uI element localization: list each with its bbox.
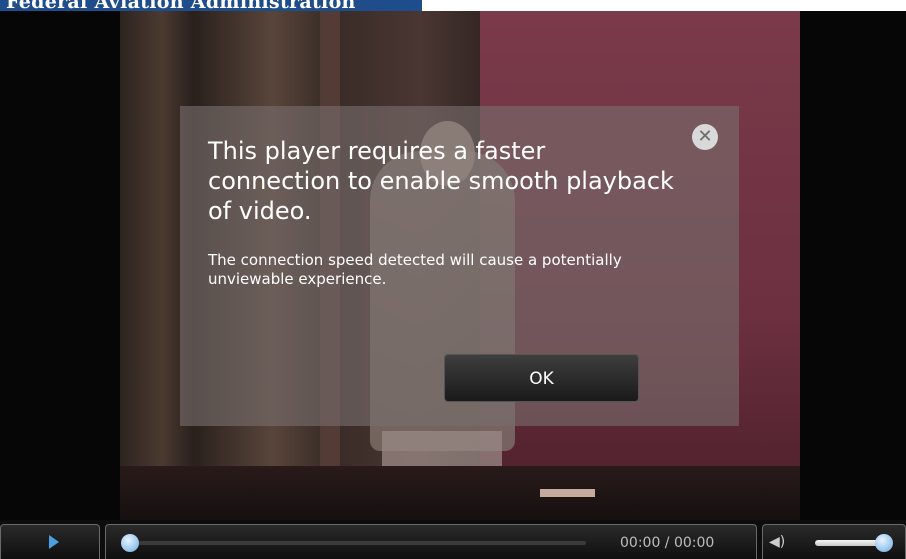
close-icon[interactable]: ✕	[692, 124, 718, 150]
control-bar: 00:00 / 00:00 ◀)	[0, 520, 906, 559]
dialog-heading: This player requires a faster connection…	[208, 137, 674, 225]
play-button[interactable]	[0, 524, 100, 559]
banner-title: Federal Aviation Administration	[6, 0, 356, 11]
seek-bar-container: 00:00 / 00:00	[105, 524, 757, 559]
video-player: ✕ This player requires a faster connecti…	[0, 11, 906, 559]
speaker-icon[interactable]: ◀)	[769, 534, 785, 550]
header-banner: Federal Aviation Administration	[0, 0, 422, 11]
volume-control: ◀)	[762, 524, 906, 559]
slow-connection-dialog: ✕ This player requires a faster connecti…	[180, 106, 739, 426]
seek-handle[interactable]	[121, 534, 139, 552]
seek-bar[interactable]	[121, 534, 586, 552]
time-display: 00:00 / 00:00	[620, 535, 715, 551]
video-area[interactable]: ✕ This player requires a faster connecti…	[0, 11, 906, 520]
play-icon[interactable]	[49, 535, 59, 549]
ok-button[interactable]: OK	[444, 354, 639, 402]
dialog-message: The connection speed detected will cause…	[208, 251, 622, 288]
volume-handle[interactable]	[875, 534, 893, 552]
volume-slider[interactable]	[815, 534, 893, 552]
